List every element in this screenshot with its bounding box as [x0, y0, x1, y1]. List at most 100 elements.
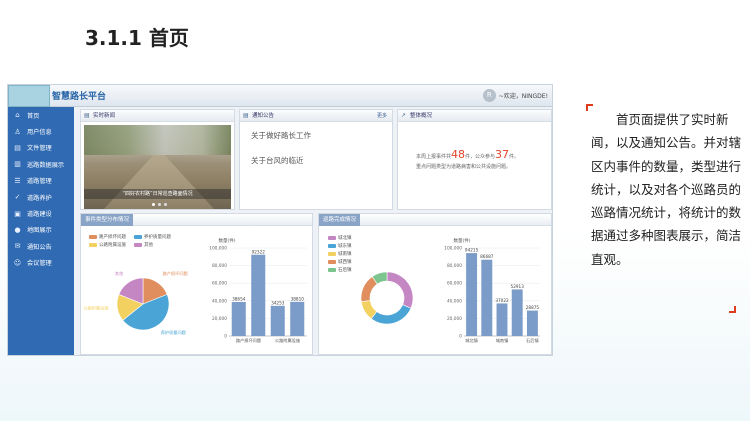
- overview-issue-line: 重点问题类型为道路病害和公共设施问题。: [416, 164, 512, 170]
- y-tick-label: 100,000: [209, 246, 227, 252]
- line-chart-icon: ↗: [401, 112, 407, 119]
- bar-value-label: 86687: [480, 254, 494, 259]
- notice-panel-header: ▤ 通知公告 更多: [240, 110, 392, 122]
- app-title: 智慧路长平台: [52, 92, 107, 102]
- sidebar-item-label: 道路养护: [27, 194, 52, 202]
- bar-value-label: 92322: [252, 249, 266, 254]
- y-tick-label: 0: [224, 334, 227, 340]
- sidebar-item-map[interactable]: ● 地图展示: [8, 222, 74, 238]
- y-tick-label: 60,000: [447, 281, 462, 287]
- bar: [481, 259, 493, 336]
- patrol-bar-chart: 数量(件) 100,000 80,000 60,000 40,000 20,000 0 942…: [444, 237, 540, 344]
- app-logo: [8, 85, 50, 107]
- sidebar-item-notices[interactable]: ✉ 通知公告: [8, 238, 74, 254]
- events-count: 48: [451, 148, 466, 161]
- event-type-panel-title: 事件类型分布情况: [81, 214, 134, 226]
- slide-title: 3.1.1 首页: [85, 26, 189, 50]
- notice-item[interactable]: 关于台风的临近: [251, 155, 392, 166]
- sidebar-item-user-info[interactable]: ♙ 用户信息: [8, 123, 74, 139]
- bar-value-label: 94215: [465, 248, 479, 253]
- sidebar-item-roads[interactable]: ☰ 道路管理: [8, 173, 74, 189]
- bar-value-label: 52913: [511, 284, 525, 289]
- sidebar-item-label: 首页: [27, 112, 40, 120]
- carousel-dot[interactable]: [158, 203, 161, 206]
- sidebar-item-maintenance[interactable]: ✓ 道路养护: [8, 189, 74, 205]
- news-carousel-dots[interactable]: [152, 203, 167, 206]
- news-panel-header: ▤ 实时新闻: [81, 110, 234, 122]
- user-area[interactable]: R ~欢迎，NINGDE!: [482, 89, 548, 102]
- check-circle-icon: ✓: [14, 193, 21, 202]
- overview-events-line: 本周上报事件共48件，公众参与37件。: [416, 148, 551, 161]
- legend-label: 城北镇: [338, 236, 352, 241]
- image-icon: ▣: [14, 209, 21, 218]
- sidebar-item-label: 通知公告: [27, 243, 52, 251]
- sidebar-item-label: 用户信息: [27, 129, 52, 137]
- stats-mid: 件，公众参与: [465, 154, 496, 160]
- pie-slice-label: 公路附属设施: [83, 304, 109, 311]
- stats-suffix: 件。: [509, 154, 520, 160]
- event-type-panel: 事件类型分布情况 路产损坏问题 养护质量问题 公路附属设施 其他 路产损坏问题养…: [80, 213, 313, 355]
- x-tick-label: 城北镇: [465, 337, 478, 344]
- sidebar-item-home[interactable]: ⌂ 首页: [8, 107, 74, 123]
- sidebar-item-label: 会议管理: [27, 260, 52, 268]
- legend-swatch: [134, 235, 142, 239]
- bar: [231, 301, 246, 336]
- notice-panel: ▤ 通知公告 更多 关于做好路长工作 关于台风的临近: [239, 109, 393, 210]
- sidebar: ⌂ 首页 ♙ 用户信息 ▤ 文件管理 ▥ 巡路数据展示 ☰ 道路管理 ✓ 道路养护 ▣ 道路建…: [8, 107, 74, 355]
- pie-slice: [386, 271, 414, 309]
- y-tick-label: 20,000: [447, 316, 462, 322]
- legend-item[interactable]: 城北镇: [328, 235, 352, 241]
- carousel-dot[interactable]: [152, 203, 155, 206]
- sidebar-item-files[interactable]: ▤ 文件管理: [8, 140, 74, 156]
- y-tick-label: 100,000: [444, 246, 462, 252]
- bar-value-label: 34253: [271, 300, 285, 305]
- y-tick-label: 40,000: [212, 298, 227, 304]
- user-greeting: ~欢迎，NINGDE!: [498, 93, 548, 100]
- sidebar-item-construction[interactable]: ▣ 道路建设: [8, 205, 74, 221]
- overview-panel-title: 整体概况: [410, 113, 433, 119]
- patrol-panel-title: 巡路完成情况: [319, 214, 361, 226]
- app-topbar: 智慧路长平台 R ~欢迎，NINGDE!: [8, 85, 552, 107]
- y-tick-label: 80,000: [447, 263, 462, 269]
- main-content: ▤ 实时新闻 “四好农村路”日常巡查路面情况 ▤ 通知公告 更多 关于做好路长工作 关…: [78, 109, 552, 355]
- sidebar-item-label: 文件管理: [27, 145, 52, 153]
- bar-chart-icon: ▥: [14, 160, 21, 169]
- bar: [290, 301, 305, 336]
- news-caption: “四好农村路”日常巡查路面情况: [84, 189, 231, 199]
- news-panel-title: 实时新闻: [93, 113, 116, 119]
- home-icon: ⌂: [15, 111, 20, 120]
- bar: [466, 253, 478, 336]
- public-count: 37: [495, 148, 510, 161]
- pie-slice-label: 其他: [115, 270, 124, 277]
- bar-value-label: 37022: [495, 298, 509, 303]
- sidebar-item-patrol-data[interactable]: ▥ 巡路数据展示: [8, 156, 74, 172]
- user-icon: ♙: [14, 127, 21, 136]
- patrol-panel: 巡路完成情况 城北镇 城东镇 城南镇 城西镇 石后镇 数量(件) 100,000 8…: [318, 213, 552, 355]
- legend-item[interactable]: 养护质量问题: [134, 234, 171, 240]
- news-image[interactable]: “四好农村路”日常巡查路面情况: [84, 125, 231, 209]
- x-tick-label: 城南镇: [496, 337, 509, 344]
- sidebar-item-meetings[interactable]: ☺ 会议管理: [8, 255, 74, 271]
- notice-more-link[interactable]: 更多: [377, 110, 387, 122]
- legend-swatch: [89, 235, 97, 239]
- bell-icon: ▤: [243, 112, 249, 119]
- bar: [526, 310, 538, 336]
- overview-panel: ↗ 整体概况 本周上报事件共48件，公众参与37件。 重点问题类型为道路病害和公共…: [397, 109, 552, 210]
- x-tick-label: 公路附属设施: [275, 337, 301, 344]
- bar-value-label: 38654: [232, 296, 246, 301]
- stats-prefix: 本周上报事件共: [416, 154, 452, 160]
- y-tick-label: 20,000: [212, 316, 227, 322]
- avatar[interactable]: R: [482, 89, 496, 102]
- y-tick-label: 0: [459, 334, 462, 340]
- y-axis-label: 数量(件): [453, 237, 470, 244]
- bar: [270, 305, 285, 336]
- news-image-road: [104, 155, 214, 209]
- patrol-panel-header: 巡路完成情况: [319, 214, 551, 226]
- document-icon: ▤: [14, 143, 21, 152]
- notice-item[interactable]: 关于做好路长工作: [251, 130, 392, 141]
- carousel-dot[interactable]: [164, 203, 167, 206]
- bar-value-label: 28875: [526, 305, 540, 310]
- news-image-trees: [84, 125, 231, 155]
- bar: [251, 254, 266, 336]
- legend-item[interactable]: 路产损坏问题: [89, 234, 126, 240]
